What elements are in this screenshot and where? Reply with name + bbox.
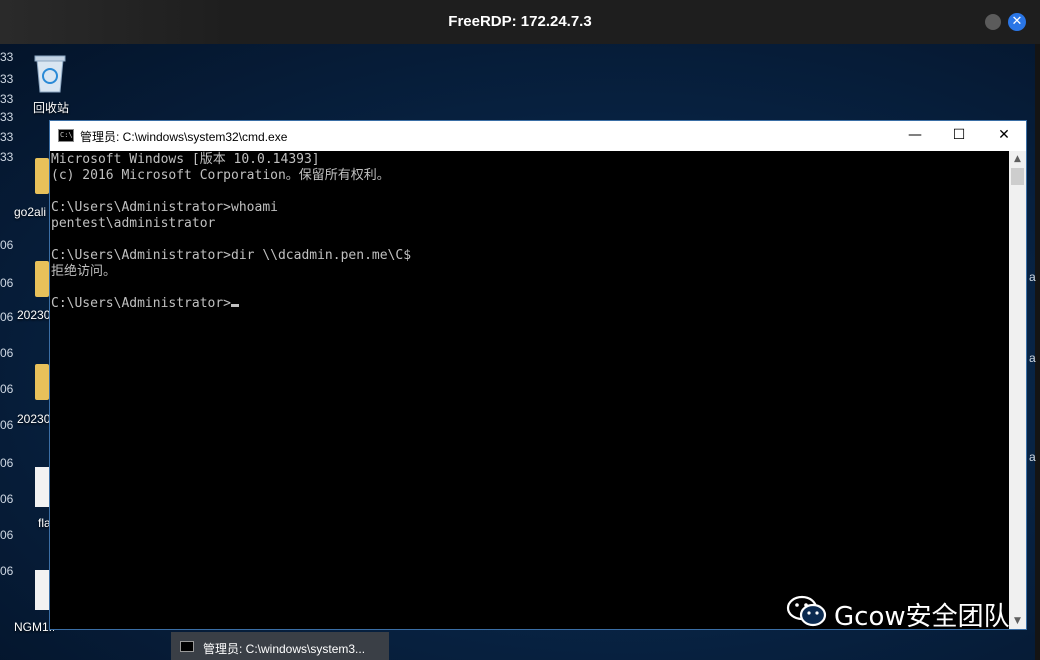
desktop-icon-label: NGM1...: [14, 620, 54, 634]
left-edge-fragment: 06: [0, 528, 14, 542]
left-edge-fragment: 33: [0, 50, 14, 64]
watermark-text: Gcow安全团队: [834, 602, 1010, 632]
console-line: C:\Users\Administrator>whoami: [51, 200, 278, 215]
console-prompt-line[interactable]: C:\Users\Administrator>: [51, 296, 1009, 312]
taskbar-item-label: 管理员: C:\windows\system3...: [203, 642, 366, 656]
left-edge-fragment: 06: [0, 456, 14, 470]
left-edge-fragment: 06: [0, 310, 14, 324]
folder-icon[interactable]: [35, 261, 49, 297]
host-window-title: FreeRDP: 172.24.7.3: [448, 13, 592, 30]
cmd-app-icon: C:\: [58, 129, 74, 142]
host-close-button[interactable]: ✕: [1008, 13, 1026, 31]
left-edge-fragment: 06: [0, 382, 14, 396]
scroll-up-arrow-icon[interactable]: ▲: [1009, 151, 1026, 167]
right-edge-fragment: a: [1029, 450, 1036, 464]
recycle-bin-label: 回收站: [32, 101, 69, 115]
desktop-icon-label: 20230: [17, 308, 51, 322]
left-edge-fragment: 33: [0, 130, 14, 144]
cmd-window-title: 管理员: C:\windows\system32\cmd.exe: [80, 130, 288, 144]
recycle-bin-icon[interactable]: [31, 52, 69, 94]
folder-icon[interactable]: [35, 364, 49, 400]
host-minimize-button[interactable]: [985, 14, 1001, 30]
folder-icon[interactable]: [35, 158, 49, 194]
document-icon[interactable]: [35, 570, 49, 610]
host-titlebar: FreeRDP: 172.24.7.3 ✕: [0, 0, 1040, 44]
desktop-icon-label: go2ali: [14, 205, 47, 219]
left-edge-fragment: 33: [0, 72, 14, 86]
right-edge-fragment: a: [1029, 351, 1036, 365]
left-edge-fragment: 06: [0, 238, 14, 252]
text-cursor: [231, 304, 240, 307]
wechat-logo-icon: [786, 595, 827, 627]
close-button[interactable]: ✕: [981, 121, 1027, 151]
right-edge-fragment: a: [1029, 270, 1036, 284]
desktop-icon-label: 20230: [17, 412, 51, 426]
console-line: C:\Users\Administrator>dir \\dcadmin.pen…: [51, 248, 412, 263]
cmd-taskbar-icon: [180, 641, 194, 652]
console-output[interactable]: Microsoft Windows [版本 10.0.14393] (c) 20…: [50, 151, 1009, 629]
console-line: 拒绝访问。: [51, 264, 117, 279]
left-edge-fragment: 33: [0, 92, 14, 106]
left-edge-fragment: 33: [0, 110, 14, 124]
left-edge-fragment: 06: [0, 346, 14, 360]
taskbar-cmd-item[interactable]: 管理员: C:\windows\system3...: [171, 632, 389, 660]
scrollbar-thumb[interactable]: [1011, 168, 1024, 185]
vertical-scrollbar[interactable]: ▲ ▼: [1009, 151, 1026, 629]
scroll-down-arrow-icon[interactable]: ▼: [1009, 613, 1026, 629]
left-edge-fragment: 33: [0, 150, 14, 164]
left-edge-fragment: 06: [0, 492, 14, 506]
left-edge-fragment: 06: [0, 276, 14, 290]
console-line: Microsoft Windows [版本 10.0.14393]: [51, 152, 320, 167]
maximize-button[interactable]: ☐: [936, 121, 982, 151]
console-line: (c) 2016 Microsoft Corporation。保留所有权利。: [51, 168, 390, 183]
left-edge-fragment: 06: [0, 418, 14, 432]
left-edge-fragment: 06: [0, 564, 14, 578]
console-prompt: C:\Users\Administrator>: [51, 296, 232, 311]
console-line: pentest\administrator: [51, 216, 216, 231]
cmd-window[interactable]: C:\ 管理员: C:\windows\system32\cmd.exe — ☐…: [49, 120, 1027, 630]
minimize-button[interactable]: —: [892, 121, 938, 151]
cmd-titlebar[interactable]: C:\ 管理员: C:\windows\system32\cmd.exe — ☐…: [50, 121, 1026, 151]
document-icon[interactable]: [35, 467, 49, 507]
